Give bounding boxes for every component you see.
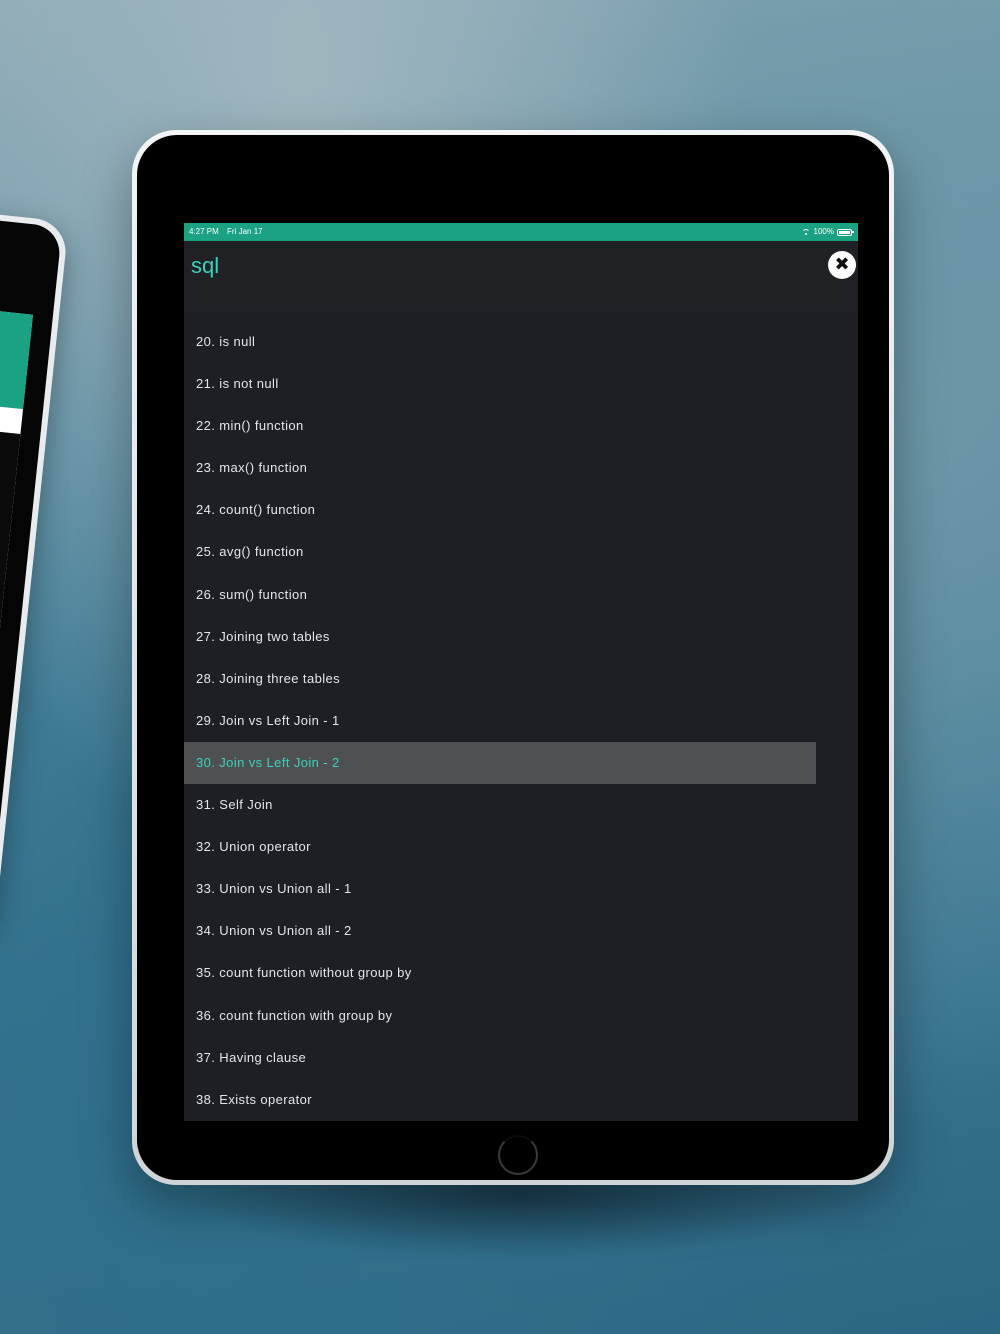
close-button[interactable]: ✖ [828, 251, 856, 279]
list-item[interactable]: 34. Union vs Union all - 2 [184, 910, 858, 952]
status-right: 100% [801, 223, 854, 241]
list-item[interactable]: 29. Join vs Left Join - 1 [184, 700, 858, 742]
status-date: Fri Jan 17 [227, 227, 263, 236]
app-screen: 4:27 PM Fri Jan 17 100% sql ✖ 20. is nul… [184, 223, 858, 1121]
secondary-screen-content [0, 418, 21, 900]
tablet-frame: 4:27 PM Fri Jan 17 100% sql ✖ 20. is nul… [132, 130, 894, 1185]
battery-icon [837, 228, 854, 236]
list-item[interactable]: 27. Joining two tables [184, 616, 858, 658]
list-item[interactable]: 36. count function with group by [184, 995, 858, 1037]
topic-list: 20. is null 21. is not null 22. min() func… [184, 321, 858, 1121]
list-item[interactable]: 25. avg() function [184, 531, 858, 573]
list-item-selected[interactable]: 30. Join vs Left Join - 2 [184, 741, 816, 785]
app-header: sql ✖ [184, 241, 858, 311]
wifi-icon [801, 228, 811, 236]
list-item[interactable]: 24. count() function [184, 489, 858, 531]
close-icon: ✖ [834, 254, 850, 275]
page-title: sql [191, 253, 220, 278]
list-item[interactable]: 31. Self Join [184, 784, 858, 826]
list-item[interactable]: 21. is not null [184, 363, 858, 405]
list-item[interactable]: 37. Having clause [184, 1037, 858, 1079]
secondary-tablet [0, 200, 69, 939]
list-item[interactable]: 23. max() function [184, 447, 858, 489]
battery-percent: 100% [813, 227, 834, 236]
secondary-screen-header [0, 299, 33, 410]
list-item[interactable]: 20. is null [184, 321, 858, 363]
home-button[interactable] [498, 1135, 538, 1175]
list-item[interactable]: 26. sum() function [184, 574, 858, 616]
list-item[interactable]: 33. Union vs Union all - 1 [184, 868, 858, 910]
status-left: 4:27 PM Fri Jan 17 [189, 223, 269, 241]
list-item[interactable]: 38. Exists operator [184, 1079, 858, 1121]
secondary-tablet-screen [0, 299, 33, 900]
status-time: 4:27 PM [189, 227, 219, 236]
secondary-tablet-bezel [0, 206, 63, 932]
list-item[interactable]: 22. min() function [184, 405, 858, 447]
tablet-bezel: 4:27 PM Fri Jan 17 100% sql ✖ 20. is nul… [137, 135, 889, 1180]
list-item[interactable]: 28. Joining three tables [184, 658, 858, 700]
list-item[interactable]: 32. Union operator [184, 826, 858, 868]
status-bar: 4:27 PM Fri Jan 17 100% [184, 223, 858, 241]
list-item[interactable]: 35. count function without group by [184, 952, 858, 994]
